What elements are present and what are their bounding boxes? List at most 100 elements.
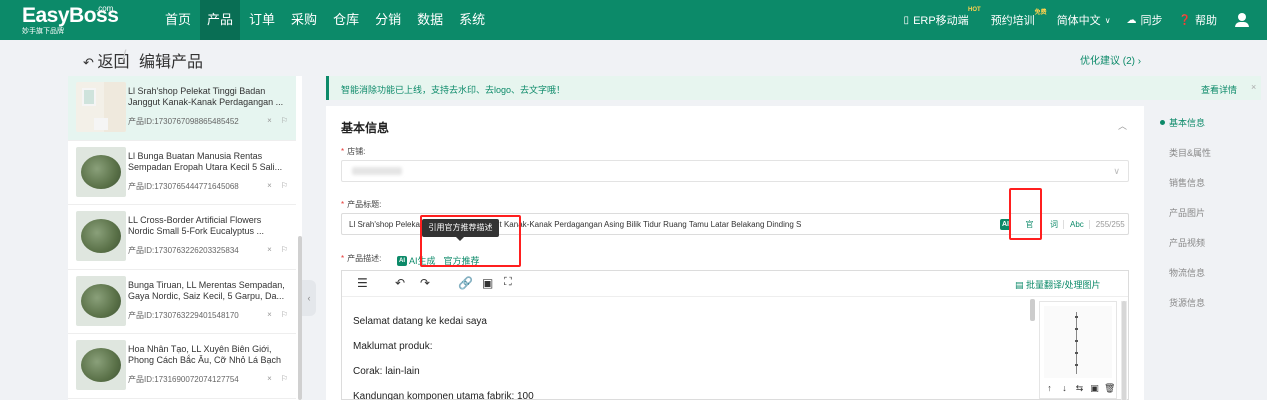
erp-mobile-link[interactable]: ▯ ERP移动端 HOT: [903, 7, 981, 28]
close-icon[interactable]: ×: [1251, 82, 1256, 92]
section-nav-label: 类目&属性: [1169, 148, 1212, 158]
help-icon: ❓: [1178, 14, 1191, 26]
undo-icon[interactable]: ↶: [395, 276, 405, 290]
section-title: 基本信息: [341, 121, 390, 135]
preview-mark: [1075, 328, 1078, 330]
preview-mark: [1075, 340, 1078, 342]
nav-purchase[interactable]: 采购: [284, 0, 324, 40]
flag-icon[interactable]: ⚐: [281, 181, 288, 190]
section-nav-item[interactable]: 货源信息: [1150, 292, 1260, 322]
section-nav-item[interactable]: 基本信息: [1150, 112, 1260, 142]
product-list-item[interactable]: Ll Bunga Buatan Manusia Rentas Sempadan …: [68, 141, 296, 205]
close-icon[interactable]: ×: [267, 245, 272, 254]
product-list-item[interactable]: LL Cross-Border Artificial Flowers Nordi…: [68, 205, 296, 270]
nav-warehouse[interactable]: 仓库: [326, 0, 366, 40]
editor-content[interactable]: Selamat datang ke kedai saya Maklumat pr…: [353, 309, 1033, 400]
help-button[interactable]: ❓ 帮助: [1179, 12, 1217, 28]
view-details-link[interactable]: 查看详情: [1201, 83, 1237, 96]
nav-data[interactable]: 数据: [410, 0, 450, 40]
product-list-item[interactable]: Hoa Nhân Tạo, LL Xuyên Biên Giới, Phong …: [68, 334, 296, 399]
image-icon[interactable]: ▣: [482, 276, 493, 290]
section-nav-item[interactable]: 物流信息: [1150, 262, 1260, 292]
nav-distribution[interactable]: 分销: [368, 0, 408, 40]
product-list: Ll Srah'shop Pelekat Tinggi Badan Janggu…: [68, 76, 296, 400]
chevron-left-icon: ‹: [307, 293, 311, 303]
nav-products[interactable]: 产品: [200, 0, 241, 40]
product-id: 产品ID:1731690072074127754: [128, 375, 239, 384]
fullscreen-icon[interactable]: ⛶: [504, 276, 512, 289]
delete-icon[interactable]: 🗑: [1104, 382, 1115, 394]
section-nav-label: 产品视频: [1169, 238, 1206, 248]
description-editor[interactable]: ☰ ↶ ↷ 🔗 ▣ ⛶ ▤ 批量翻译/处理图片 Selamat datang k…: [341, 270, 1129, 400]
chevron-down-icon: ∨: [1104, 15, 1111, 25]
flag-icon[interactable]: ⚐: [281, 374, 288, 383]
product-thumbnail: [76, 146, 126, 197]
product-id: 产品ID:1730765444771645068: [128, 181, 239, 191]
section-nav-item[interactable]: 销售信息: [1150, 172, 1260, 202]
editor-scrollbar[interactable]: [1030, 299, 1035, 321]
section-nav-item[interactable]: 产品图片: [1150, 202, 1260, 232]
close-icon[interactable]: ×: [267, 181, 272, 190]
section-nav: 基本信息类目&属性销售信息产品图片产品视频物流信息 货源信息: [1150, 112, 1260, 322]
top-right-menu: ▯ ERP移动端 HOT 预约培训 免费 简体中文 ∨ ☁ 同步 ❓ 帮助: [888, 0, 1249, 40]
replace-icon[interactable]: ⇆: [1074, 382, 1085, 394]
flag-icon[interactable]: ⚐: [281, 116, 288, 125]
product-title-label: * 产品标题:: [341, 199, 381, 210]
batch-icon: ▤: [1015, 280, 1027, 290]
chevron-up-icon[interactable]: ︿: [1118, 119, 1127, 132]
back-arrow-icon: ↶: [83, 55, 98, 70]
link-icon[interactable]: 🔗: [458, 276, 473, 290]
case-format-button[interactable]: Abc: [1070, 220, 1084, 229]
desc-line: Selamat datang ke kedai saya: [353, 316, 487, 327]
sync-button[interactable]: ☁ 同步: [1127, 12, 1163, 28]
keyword-button[interactable]: 词: [1050, 219, 1058, 230]
training-link[interactable]: 预约培训 免费: [991, 10, 1047, 28]
hot-badge: HOT: [968, 7, 981, 13]
divider: [1063, 220, 1064, 229]
optimization-suggestions-link[interactable]: 优化建议 (2) ›: [1080, 52, 1141, 67]
close-icon[interactable]: ×: [267, 116, 272, 125]
language-select[interactable]: 简体中文 ∨: [1057, 12, 1111, 28]
collapse-sidebar-button[interactable]: ‹: [302, 280, 316, 316]
flag-icon[interactable]: ⚐: [281, 245, 288, 254]
tooltip: 引用官方推荐描述: [422, 219, 499, 241]
required-mark: *: [341, 147, 345, 156]
product-name: Bunga Tiruan, LL Merentas Sempadan, Gaya…: [128, 279, 285, 301]
product-list-item[interactable]: Ll Srah'shop Pelekat Tinggi Badan Janggu…: [68, 76, 296, 141]
active-dot-icon: [1160, 120, 1165, 125]
easyboss-logo[interactable]: EasyBoss .com 妙手旗下品牌: [22, 4, 132, 35]
close-icon[interactable]: ×: [267, 310, 272, 319]
redo-icon[interactable]: ↷: [420, 276, 430, 290]
nav-system[interactable]: 系统: [452, 0, 492, 40]
store-select[interactable]: ∨: [341, 160, 1129, 182]
user-menu[interactable]: [1235, 13, 1249, 27]
product-list-item[interactable]: Bunga Tiruan, LL Merentas Sempadan, Gaya…: [68, 270, 296, 334]
section-nav-label: 产品图片: [1169, 208, 1206, 218]
move-down-icon[interactable]: ↓: [1059, 382, 1070, 394]
nav-home[interactable]: 首页: [158, 0, 198, 40]
product-actions: × ⚐: [267, 374, 288, 383]
section-nav-item[interactable]: 类目&属性: [1150, 142, 1260, 172]
section-nav-item[interactable]: 产品视频: [1150, 232, 1260, 262]
main-nav: 首页 产品 订单 采购 仓库 分销 数据 系统: [158, 0, 494, 40]
batch-translate-label: 批量翻译/处理图片: [1026, 280, 1101, 290]
required-mark: *: [341, 254, 345, 263]
list-icon[interactable]: ☰: [357, 276, 368, 290]
product-id: 产品ID:1730763226203325834: [128, 246, 239, 255]
close-icon[interactable]: ×: [267, 374, 272, 383]
product-thumbnail: [76, 82, 126, 132]
top-navigation-bar: EasyBoss .com 妙手旗下品牌 首页 产品 订单 采购 仓库 分销 数…: [0, 0, 1267, 40]
move-up-icon[interactable]: ↑: [1044, 382, 1055, 394]
preview-scrollbar[interactable]: [1122, 301, 1126, 400]
product-list-scrollbar[interactable]: [298, 236, 302, 400]
flag-icon[interactable]: ⚐: [281, 310, 288, 319]
image-icon[interactable]: ▣: [1089, 382, 1100, 394]
thumb-plant: [81, 348, 121, 382]
mobile-icon: ▯: [903, 14, 910, 26]
batch-translate-button[interactable]: ▤ 批量翻译/处理图片: [1015, 278, 1101, 291]
free-badge: 免费: [1034, 10, 1047, 16]
title-char-count: 255/255: [1095, 220, 1125, 229]
thumb-pot: [94, 118, 108, 130]
thumb-plant: [81, 154, 121, 189]
nav-orders[interactable]: 订单: [242, 0, 282, 40]
